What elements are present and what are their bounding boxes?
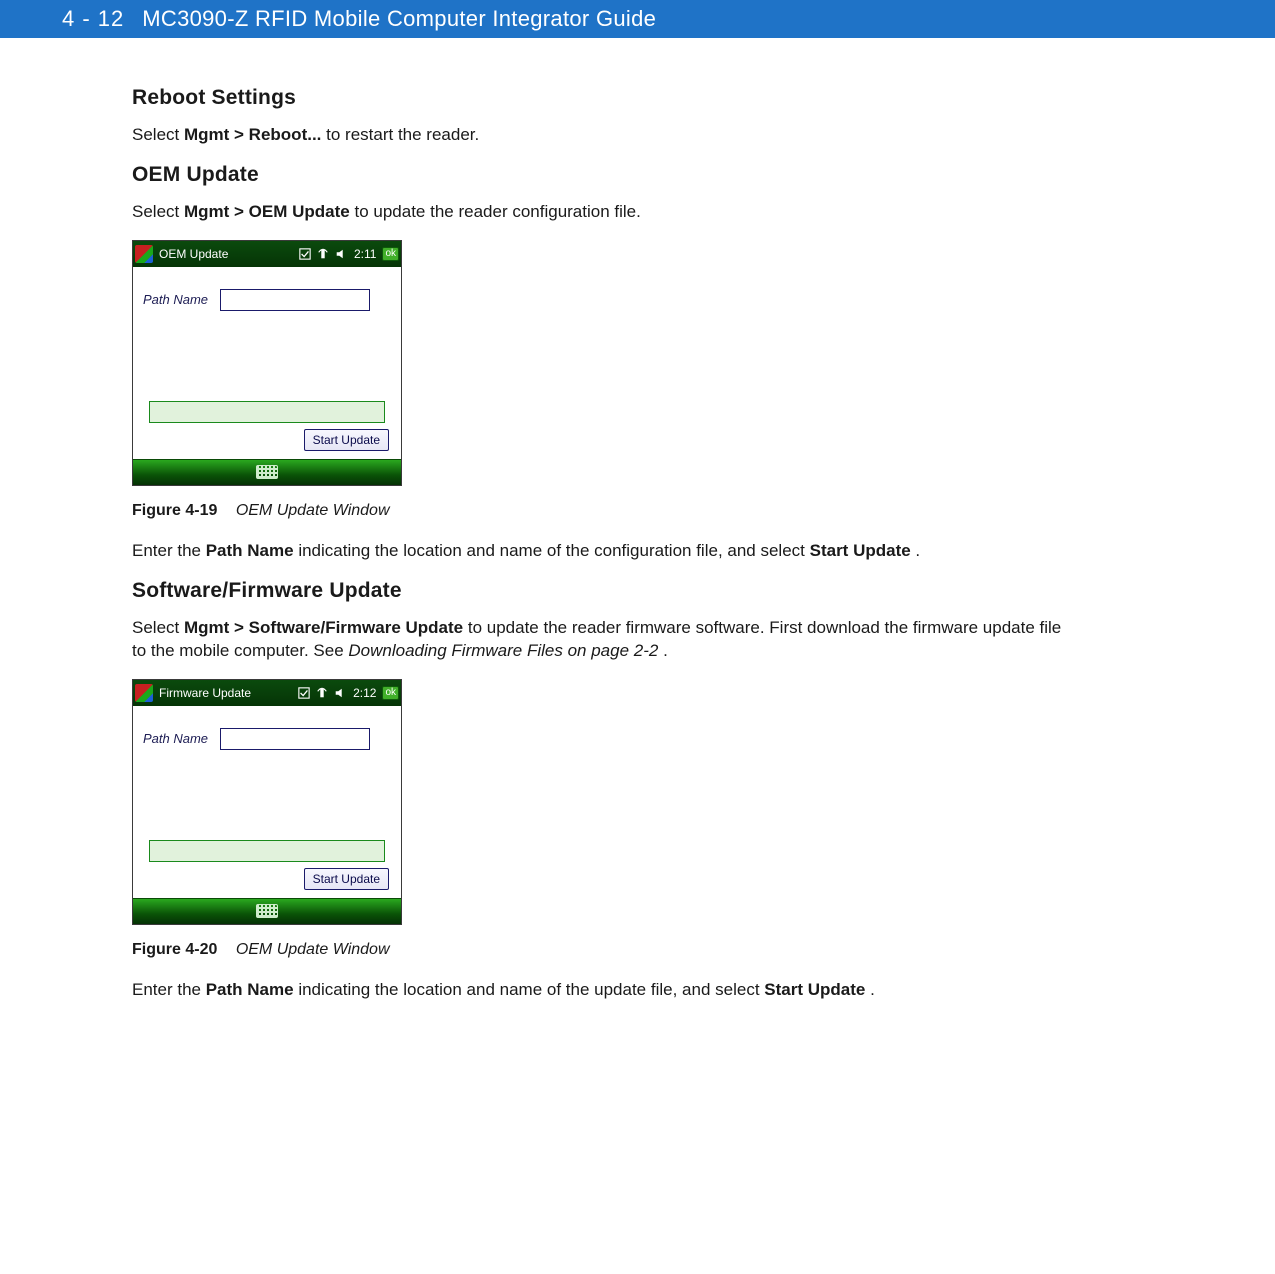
figure-title: OEM Update Window <box>236 941 390 958</box>
text: to update the reader configuration file. <box>354 202 640 221</box>
para-fw: Select Mgmt > Software/Firmware Update t… <box>132 617 1080 663</box>
text: Select <box>132 618 184 637</box>
text: Enter the <box>132 541 206 560</box>
figure-number: Figure 4-20 <box>132 941 217 958</box>
checkbox-icon[interactable] <box>297 686 311 700</box>
page-number: 4 - 12 <box>62 6 124 32</box>
ok-button[interactable]: ok <box>382 247 399 261</box>
signal-icon[interactable] <box>316 247 330 261</box>
window-title: Firmware Update <box>157 686 293 700</box>
menu-path: Mgmt > OEM Update <box>184 202 350 221</box>
speaker-icon[interactable] <box>333 686 347 700</box>
clock-time: 2:11 <box>352 247 378 261</box>
text: . <box>870 980 875 999</box>
path-row: Path Name <box>143 289 391 311</box>
oem-update-window: OEM Update 2:11 ok Path Name Start Updat… <box>132 240 402 486</box>
start-icon[interactable] <box>135 684 153 702</box>
path-name-input[interactable] <box>220 289 370 311</box>
checkbox-icon[interactable] <box>298 247 312 261</box>
heading-software-firmware-update: Software/Firmware Update <box>132 579 1080 603</box>
page-content: Reboot Settings Select Mgmt > Reboot... … <box>0 38 1180 1058</box>
para-oem-after: Enter the Path Name indicating the locat… <box>132 540 1080 563</box>
progress-bar <box>149 840 385 862</box>
page-header-bar: 4 - 12 MC3090-Z RFID Mobile Computer Int… <box>0 0 1275 38</box>
ui-term: Path Name <box>206 541 294 560</box>
start-update-button[interactable]: Start Update <box>304 429 389 451</box>
heading-reboot-settings: Reboot Settings <box>132 86 1080 110</box>
figure-caption-4-19: Figure 4-19 OEM Update Window <box>132 502 1080 520</box>
start-update-button[interactable]: Start Update <box>304 868 389 890</box>
progress-bar <box>149 401 385 423</box>
figure-number: Figure 4-19 <box>132 502 217 519</box>
text: Select <box>132 202 184 221</box>
para-reboot: Select Mgmt > Reboot... to restart the r… <box>132 124 1080 147</box>
menu-path: Mgmt > Reboot... <box>184 125 321 144</box>
text: . <box>915 541 920 560</box>
figure-title: OEM Update Window <box>236 502 390 519</box>
path-name-input[interactable] <box>220 728 370 750</box>
window-body: Path Name Start Update <box>133 706 401 898</box>
path-name-label: Path Name <box>143 731 208 746</box>
menu-path: Mgmt > Software/Firmware Update <box>184 618 463 637</box>
para-fw-after: Enter the Path Name indicating the locat… <box>132 979 1080 1002</box>
text: indicating the location and name of the … <box>298 980 764 999</box>
path-name-label: Path Name <box>143 292 208 307</box>
window-titlebar: Firmware Update 2:12 ok <box>133 680 401 706</box>
heading-oem-update: OEM Update <box>132 163 1080 187</box>
path-row: Path Name <box>143 728 391 750</box>
window-titlebar: OEM Update 2:11 ok <box>133 241 401 267</box>
text: Select <box>132 125 184 144</box>
text: . <box>663 641 668 660</box>
window-body: Path Name Start Update <box>133 267 401 459</box>
document-title: MC3090-Z RFID Mobile Computer Integrator… <box>142 6 656 32</box>
clock-time: 2:12 <box>351 686 378 700</box>
text: Enter the <box>132 980 206 999</box>
text: indicating the location and name of the … <box>298 541 809 560</box>
ok-button[interactable]: ok <box>382 686 399 700</box>
keyboard-icon[interactable] <box>256 904 278 918</box>
ui-term: Start Update <box>810 541 911 560</box>
para-oem: Select Mgmt > OEM Update to update the r… <box>132 201 1080 224</box>
ui-term: Path Name <box>206 980 294 999</box>
window-bottombar <box>133 898 401 924</box>
start-icon[interactable] <box>135 245 153 263</box>
signal-icon[interactable] <box>315 686 329 700</box>
keyboard-icon[interactable] <box>256 465 278 479</box>
window-bottombar <box>133 459 401 485</box>
figure-caption-4-20: Figure 4-20 OEM Update Window <box>132 941 1080 959</box>
speaker-icon[interactable] <box>334 247 348 261</box>
firmware-update-window: Firmware Update 2:12 ok Path Name Start … <box>132 679 402 925</box>
text: to restart the reader. <box>326 125 479 144</box>
crossref: Downloading Firmware Files on page 2-2 <box>348 641 658 660</box>
ui-term: Start Update <box>764 980 865 999</box>
window-title: OEM Update <box>157 247 294 261</box>
